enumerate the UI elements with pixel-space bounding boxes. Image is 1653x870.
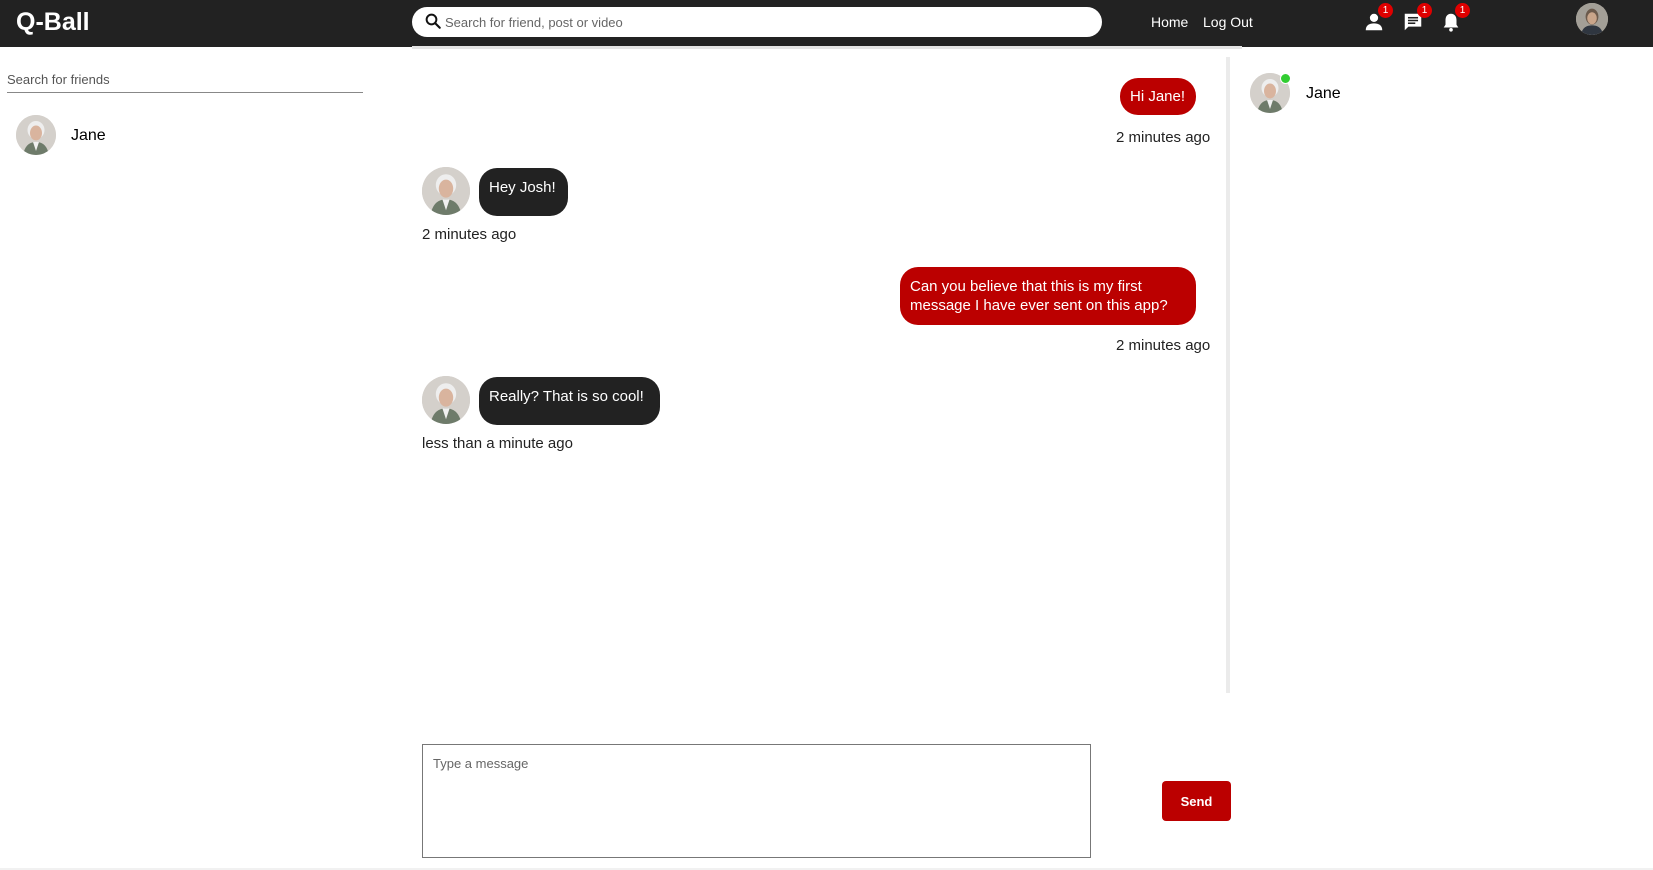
user-avatar-image xyxy=(1576,3,1608,35)
messages-button[interactable]: 1 xyxy=(1402,3,1432,34)
nav-logout-link[interactable]: Log Out xyxy=(1203,14,1253,30)
nav-home-link[interactable]: Home xyxy=(1151,14,1188,30)
message-bubble-other: Really? That is so cool! xyxy=(479,377,660,425)
friend-requests-button[interactable]: 1 xyxy=(1363,3,1393,34)
friend-search-input[interactable] xyxy=(7,67,363,93)
notifications-badge: 1 xyxy=(1455,3,1470,18)
online-friend-item[interactable]: Jane xyxy=(1250,73,1550,115)
online-friends-panel: Jane xyxy=(1240,47,1653,870)
notifications-button[interactable]: 1 xyxy=(1440,3,1470,34)
top-navbar: Q-Ball Home Log Out 1 1 1 xyxy=(0,0,1653,47)
friends-sidebar: Jane xyxy=(0,47,370,870)
message-bubble-own: Can you believe that this is my first me… xyxy=(900,267,1196,325)
message-input[interactable] xyxy=(422,744,1091,858)
global-search-bar[interactable] xyxy=(412,7,1102,37)
online-friend-name: Jane xyxy=(1306,85,1341,102)
sender-avatar xyxy=(422,376,470,424)
chat-messages-area: Hi Jane! 2 minutes ago Hey Josh! 2 minut… xyxy=(412,49,1230,694)
message-timestamp: 2 minutes ago xyxy=(422,226,517,243)
global-search-input[interactable] xyxy=(442,7,1092,37)
app-logo[interactable]: Q-Ball xyxy=(16,8,90,37)
online-status-dot xyxy=(1280,73,1291,84)
message-timestamp: less than a minute ago xyxy=(422,435,573,452)
friend-list-item[interactable]: Jane xyxy=(16,115,356,157)
user-avatar[interactable] xyxy=(1576,3,1608,35)
friend-requests-badge: 1 xyxy=(1378,3,1393,18)
messages-badge: 1 xyxy=(1417,3,1432,18)
message-bubble-other: Hey Josh! xyxy=(479,168,568,216)
friend-avatar xyxy=(16,115,56,155)
send-button[interactable]: Send xyxy=(1162,781,1231,821)
sender-avatar xyxy=(422,167,470,215)
friend-name: Jane xyxy=(71,127,106,144)
message-timestamp: 2 minutes ago xyxy=(1116,129,1211,146)
message-timestamp: 2 minutes ago xyxy=(1116,337,1211,354)
search-icon xyxy=(425,13,441,29)
message-bubble-own: Hi Jane! xyxy=(1120,78,1196,115)
